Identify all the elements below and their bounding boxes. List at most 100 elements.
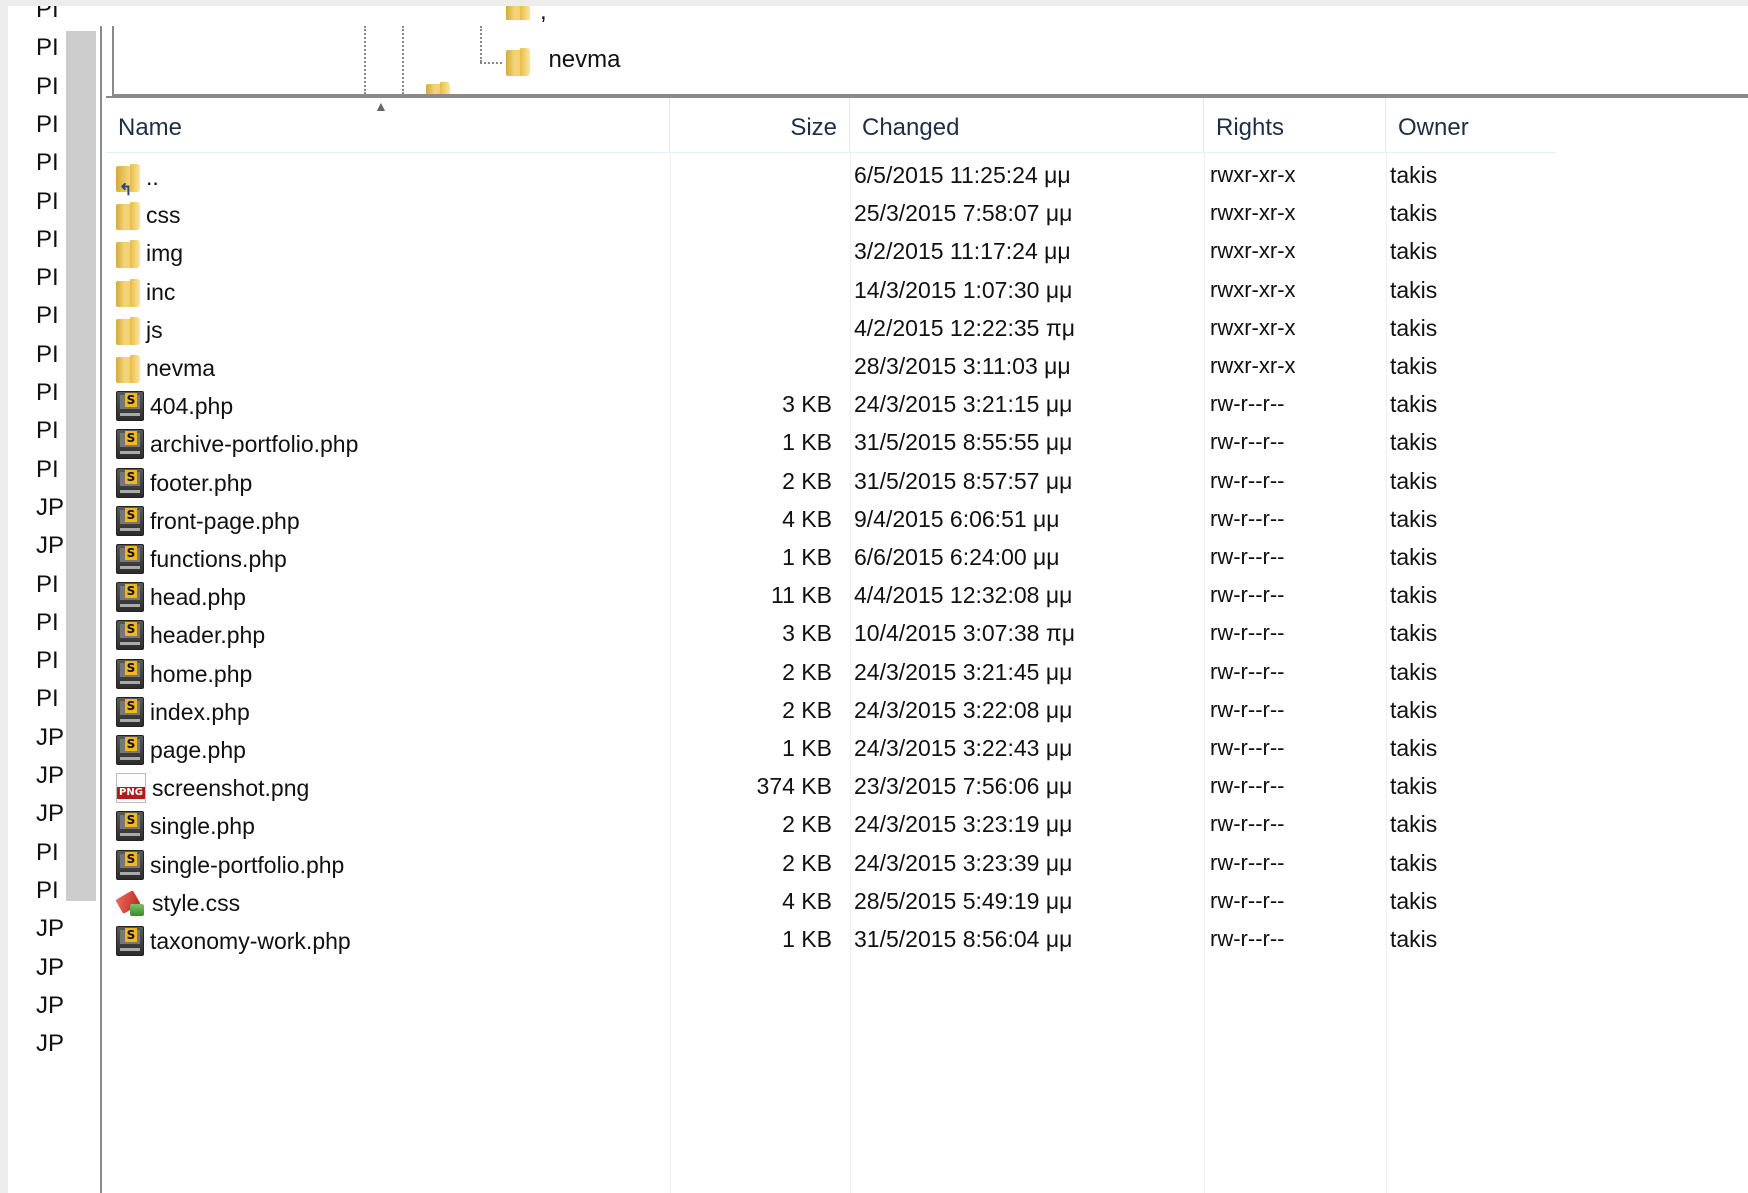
file-size: 2 KB — [782, 467, 832, 494]
left-list-item[interactable]: JP — [36, 915, 64, 943]
left-list-item[interactable]: PI — [36, 6, 64, 24]
file-owner: takis — [1390, 620, 1438, 647]
file-name-cell: index.php — [116, 691, 656, 729]
file-row[interactable]: js 4/2/2015 12:22:35 πμ rwxr-xr-x takis — [106, 309, 1556, 347]
column-header-changed[interactable]: Changed — [850, 98, 1204, 152]
left-list-item[interactable]: PI — [36, 685, 64, 713]
directory-tree: , nevma — [114, 6, 1748, 96]
tree-guide-line — [402, 26, 404, 94]
file-rights: rw-r--r-- — [1210, 926, 1285, 951]
file-changed: 28/5/2015 5:49:19 μμ — [854, 887, 1073, 914]
left-list-item[interactable]: JP — [36, 954, 64, 982]
php-file-icon — [116, 696, 144, 727]
remote-file-list: Name ▲ Size Changed Rights Owner ↰.. 6/5/… — [106, 96, 1748, 1193]
column-header-owner[interactable]: Owner — [1386, 98, 1556, 152]
left-list-item[interactable]: PI — [36, 456, 64, 484]
file-row[interactable]: index.php 2 KB 24/3/2015 3:22:08 μμ rw-r--r… — [106, 691, 1556, 729]
file-name-cell: single-portfolio.php — [116, 844, 656, 882]
left-list-item[interactable]: PI — [36, 571, 64, 599]
file-owner: takis — [1390, 544, 1438, 570]
file-size: 3 KB — [782, 620, 832, 647]
file-name-cell: functions.php — [116, 538, 656, 576]
file-row[interactable]: single-portfolio.php 2 KB 24/3/2015 3:23:3… — [106, 844, 1556, 882]
file-size — [662, 271, 832, 309]
left-list-item[interactable]: JP — [36, 800, 64, 828]
left-list-item[interactable]: PI — [36, 302, 64, 330]
file-rights: rw-r--r-- — [1210, 658, 1285, 684]
file-owner: takis — [1390, 505, 1438, 532]
left-list-item[interactable]: PI — [36, 647, 64, 675]
file-row[interactable]: PNG screenshot.png 374 KB 23/3/2015 7:56:06… — [106, 767, 1556, 805]
file-row[interactable]: img 3/2/2015 11:17:24 μμ rwxr-xr-x takis — [106, 232, 1556, 270]
png-file-icon: PNG — [116, 773, 146, 804]
file-name-cell: img — [116, 232, 656, 270]
file-name-cell: taxonomy-work.php — [116, 920, 656, 958]
file-name: single-portfolio.php — [150, 851, 345, 878]
file-owner: takis — [1390, 467, 1438, 494]
left-list-item[interactable]: JP — [36, 724, 64, 752]
file-name: header.php — [150, 622, 266, 649]
file-name: home.php — [150, 660, 253, 687]
file-row[interactable]: single.php 2 KB 24/3/2015 3:23:19 μμ rw-r--… — [106, 805, 1556, 843]
file-row[interactable]: footer.php 2 KB 31/5/2015 8:57:57 μμ rw-r--… — [106, 462, 1556, 500]
left-list-item[interactable]: PI — [36, 877, 64, 905]
file-name-cell: archive-portfolio.php — [116, 423, 656, 461]
pane-divider[interactable] — [100, 26, 102, 1193]
file-name-cell: page.php — [116, 729, 656, 767]
column-header-rights[interactable]: Rights — [1204, 98, 1386, 152]
left-list-item[interactable]: JP — [36, 494, 64, 522]
file-row[interactable]: head.php 11 KB 4/4/2015 12:32:08 μμ rw-r--r… — [106, 576, 1556, 614]
file-row[interactable]: taxonomy-work.php 1 KB 31/5/2015 8:56:04 μ… — [106, 920, 1556, 958]
file-name-cell: PNG screenshot.png — [116, 767, 656, 805]
tree-item-label: , — [540, 6, 547, 25]
file-name-cell: nevma — [116, 347, 656, 385]
left-list-item[interactable]: PI — [36, 73, 64, 101]
left-list-item[interactable]: JP — [36, 532, 64, 560]
left-list-item[interactable]: PI — [36, 111, 64, 139]
file-row[interactable]: nevma 28/3/2015 3:11:03 μμ rwxr-xr-x takis — [106, 347, 1556, 385]
left-list-item[interactable]: PI — [36, 34, 64, 62]
file-changed: 6/5/2015 11:25:24 μμ — [854, 162, 1071, 188]
php-file-icon — [116, 925, 144, 956]
left-list-item[interactable]: PI — [36, 226, 64, 254]
file-rights: rwxr-xr-x — [1210, 200, 1296, 226]
left-list-item[interactable]: PI — [36, 264, 64, 292]
left-list-item[interactable]: JP — [36, 762, 64, 790]
left-list-item[interactable]: JP — [36, 1030, 64, 1058]
file-owner: takis — [1390, 429, 1438, 456]
left-list-item[interactable]: PI — [36, 609, 64, 637]
tree-item-nevma[interactable]: nevma — [506, 44, 621, 76]
file-row[interactable]: style.css 4 KB 28/5/2015 5:49:19 μμ rw-r--r… — [106, 882, 1556, 920]
file-row[interactable]: css 25/3/2015 7:58:07 μμ rwxr-xr-x takis — [106, 194, 1556, 232]
column-header-name[interactable]: Name ▲ — [106, 98, 670, 152]
left-list-item[interactable]: PI — [36, 341, 64, 369]
file-row[interactable]: ↰.. 6/5/2015 11:25:24 μμ rwxr-xr-x takis — [106, 156, 1556, 199]
file-row[interactable]: page.php 1 KB 24/3/2015 3:22:43 μμ rw-r--r-… — [106, 729, 1556, 767]
file-changed: 31/5/2015 8:55:55 μμ — [854, 429, 1073, 456]
file-owner: takis — [1390, 582, 1438, 609]
file-row[interactable]: inc 14/3/2015 1:07:30 μμ rwxr-xr-x takis — [106, 271, 1556, 309]
file-row[interactable]: functions.php 1 KB 6/6/2015 6:24:00 μμ rw-r… — [106, 538, 1556, 576]
file-size: 1 KB — [782, 735, 832, 761]
php-file-icon — [116, 849, 144, 880]
file-row[interactable]: header.php 3 KB 10/4/2015 3:07:38 πμ rw-r--… — [106, 614, 1556, 652]
file-size: 2 KB — [782, 696, 832, 723]
left-scrollbar-thumb[interactable] — [66, 31, 96, 901]
file-rights: rwxr-xr-x — [1210, 353, 1296, 378]
column-header-size[interactable]: Size — [670, 98, 850, 152]
left-list-item[interactable]: PI — [36, 839, 64, 867]
folder-icon — [116, 353, 140, 383]
file-rights: rwxr-xr-x — [1210, 314, 1296, 340]
file-row[interactable]: 404.php 3 KB 24/3/2015 3:21:15 μμ rw-r--r--… — [106, 385, 1556, 423]
file-row[interactable]: archive-portfolio.php 1 KB 31/5/2015 8:55:… — [106, 423, 1556, 461]
left-list-item[interactable]: PI — [36, 379, 64, 407]
left-list-item[interactable]: PI — [36, 417, 64, 445]
left-list-item[interactable]: PI — [36, 188, 64, 216]
left-list-item[interactable]: PI — [36, 149, 64, 177]
file-row[interactable]: home.php 2 KB 24/3/2015 3:21:45 μμ rw-r--r-… — [106, 653, 1556, 691]
file-rights: rw-r--r-- — [1210, 696, 1285, 722]
file-name: head.php — [150, 584, 246, 611]
left-list-item[interactable]: JP — [36, 992, 64, 1020]
column-header-name-label: Name — [118, 114, 183, 141]
file-row[interactable]: front-page.php 4 KB 9/4/2015 6:06:51 μμ rw-… — [106, 500, 1556, 538]
